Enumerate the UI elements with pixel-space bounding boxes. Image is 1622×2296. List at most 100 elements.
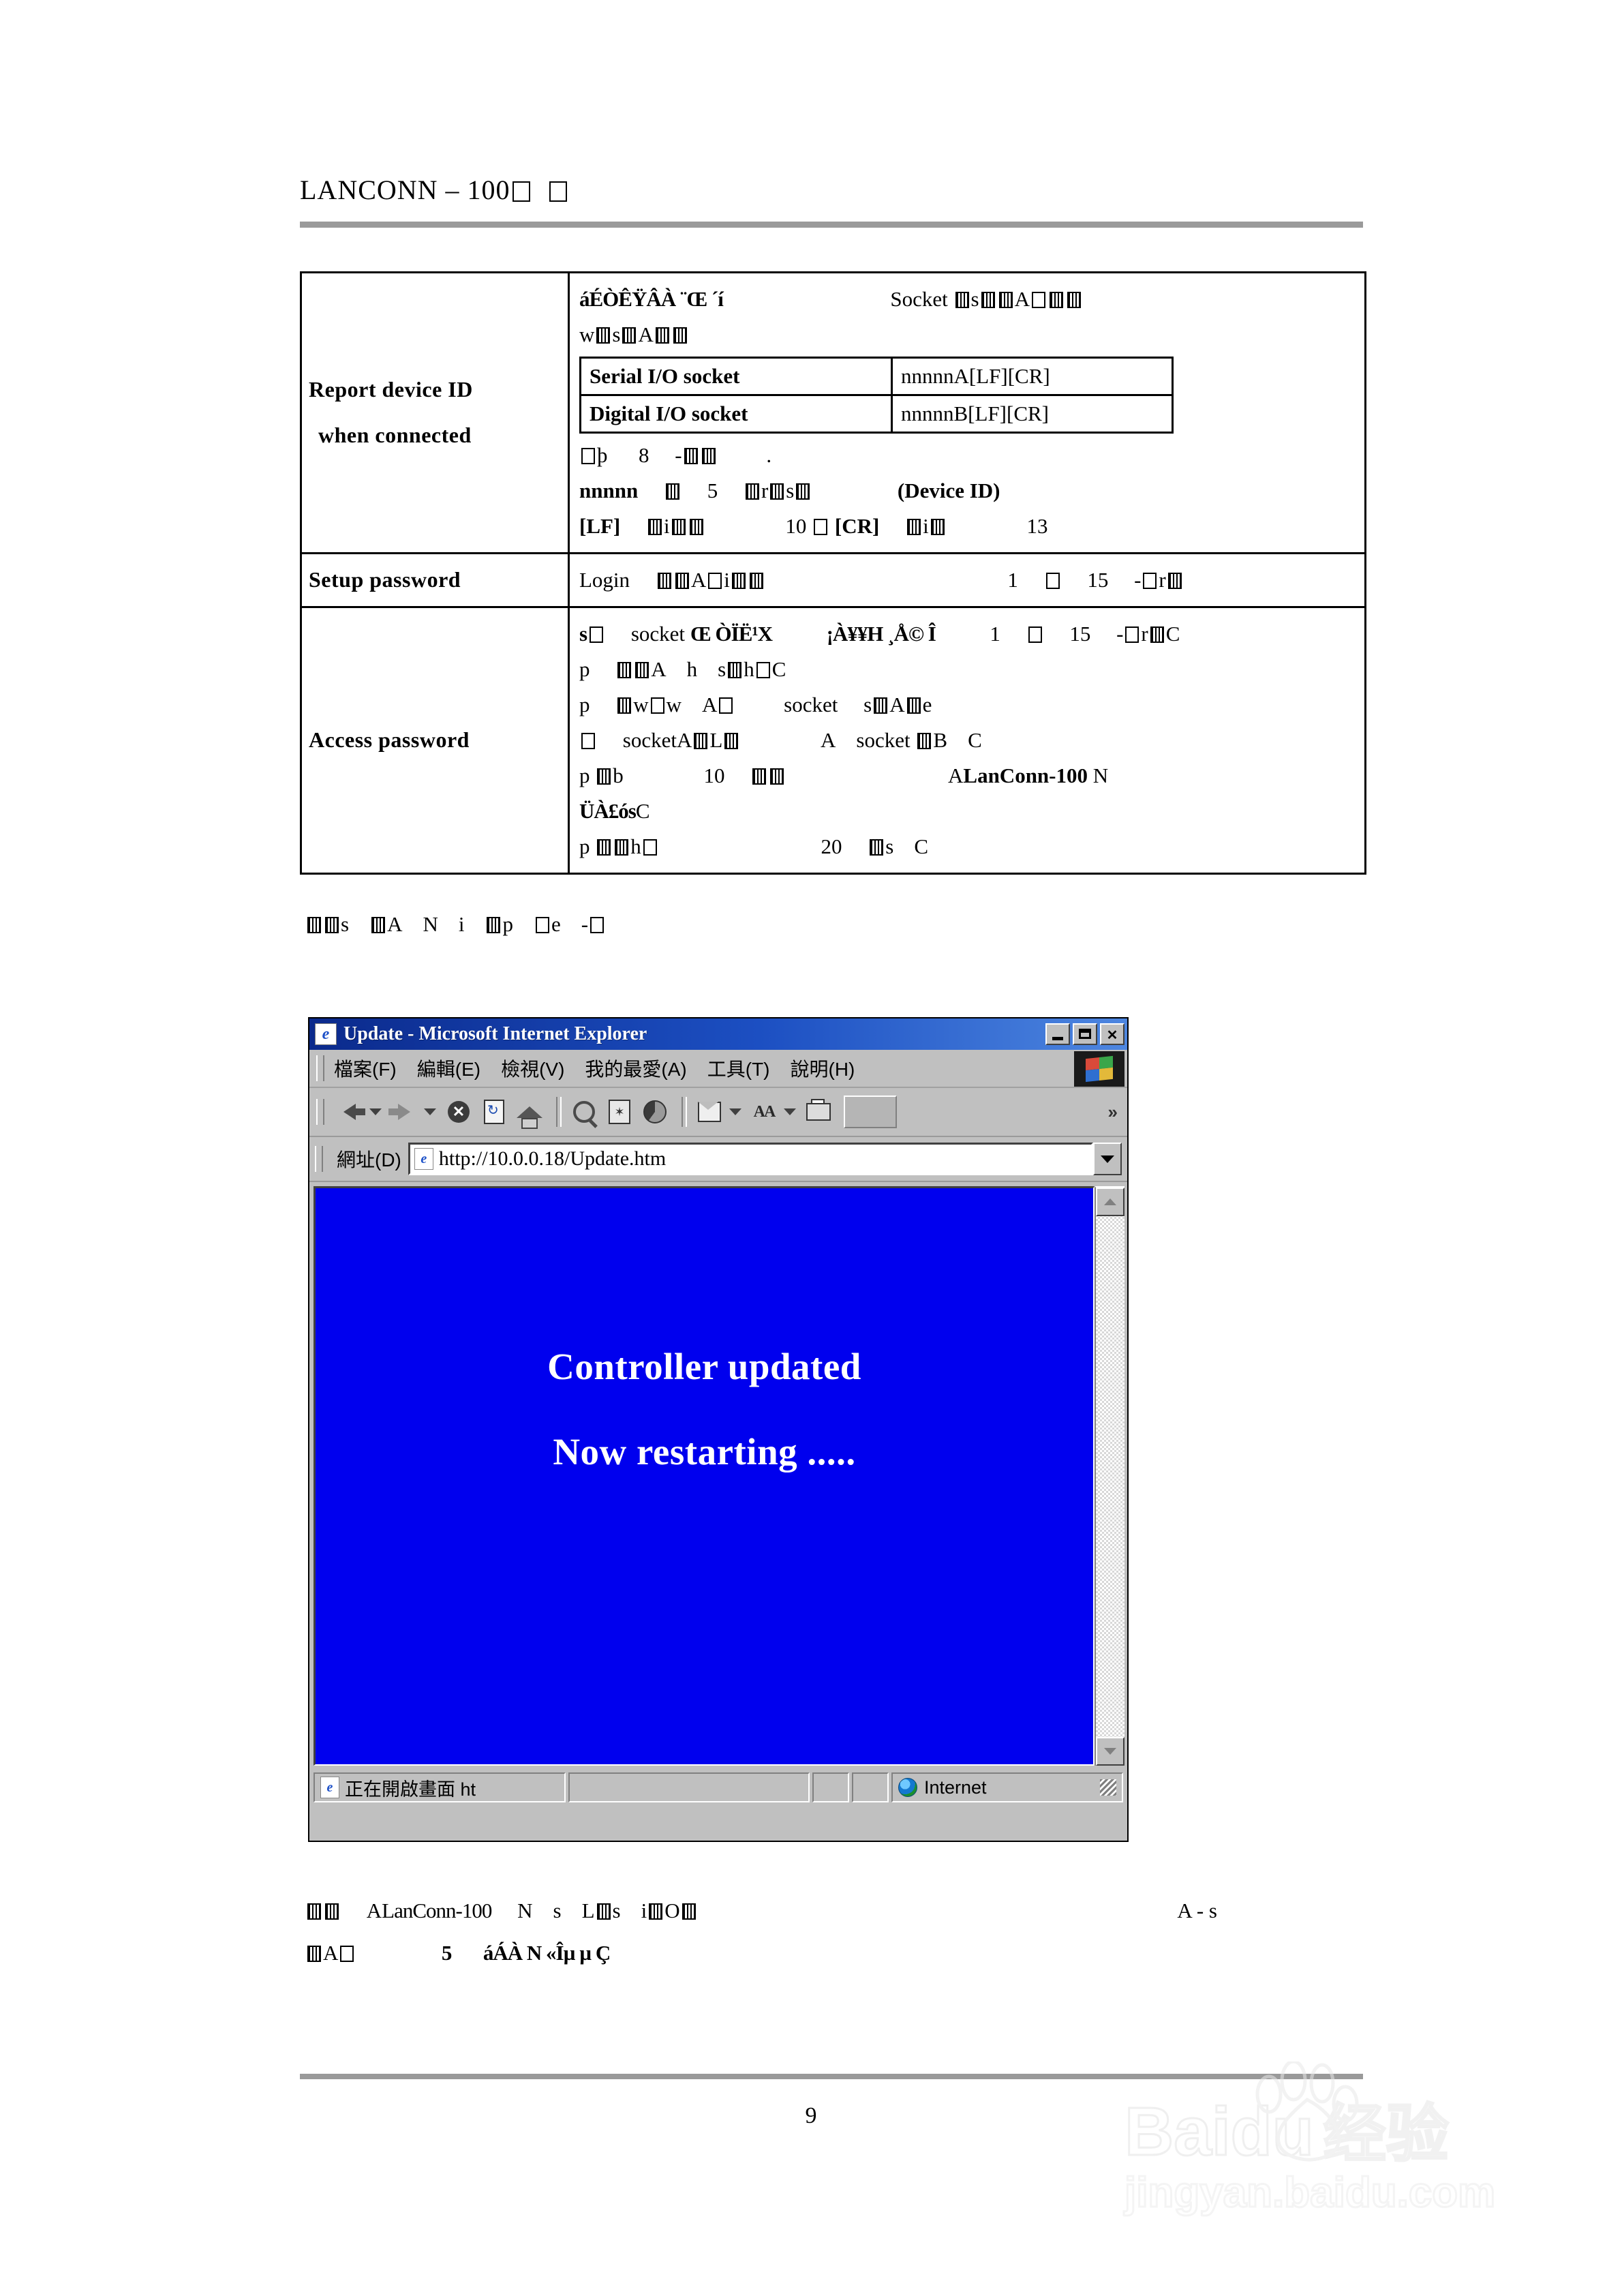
update-status-line-1: Controller updated xyxy=(547,1346,861,1387)
address-label: 網址(D) xyxy=(337,1149,401,1170)
missing-glyph-box xyxy=(1028,626,1042,643)
garbled-text: áÉÒÊŸÂÀ ¨Œ ´í xyxy=(579,287,724,311)
lf-value: 10 xyxy=(785,513,807,538)
missing-glyph-box xyxy=(597,768,611,785)
missing-glyph-box xyxy=(1143,572,1157,589)
menu-item-file[interactable]: 檔案(F) xyxy=(334,1055,397,1082)
missing-glyph-box xyxy=(930,518,945,535)
stop-icon[interactable]: ✕ xyxy=(443,1096,474,1128)
refresh-icon[interactable] xyxy=(478,1096,510,1128)
row-label-report-device-id: Report device ID when connected xyxy=(300,271,570,554)
close-button[interactable]: ✕ xyxy=(1100,1023,1124,1045)
missing-glyph-box xyxy=(635,662,649,679)
missing-glyph-box xyxy=(650,697,664,714)
caption-line-1: ALanConn-100 NsLsiO A - s xyxy=(305,1899,1396,1923)
table-row: Setup password Login Ai 1 15 -r xyxy=(300,552,1366,608)
missing-glyph-box xyxy=(673,327,687,344)
missing-glyph-box xyxy=(597,839,611,856)
menu-bar: 檔案(F) 編輯(E) 檢視(V) 我的最愛(A) 工具(T) 說明(H) xyxy=(309,1050,1127,1088)
garbled-text: p xyxy=(579,764,590,788)
product-name: LanConn-100 xyxy=(963,764,1088,788)
toolbar: ✕ AA » xyxy=(309,1088,1127,1137)
address-input[interactable]: e http://10.0.0.18/Update.htm xyxy=(408,1143,1093,1175)
missing-glyph-box xyxy=(874,697,888,714)
address-bar: 網址(D) e http://10.0.0.18/Update.htm xyxy=(309,1137,1127,1182)
missing-glyph-box xyxy=(1150,626,1164,643)
missing-glyph-box xyxy=(615,839,629,856)
missing-glyph-box xyxy=(643,839,657,856)
missing-glyph-box xyxy=(770,483,784,500)
missing-glyph-box xyxy=(752,768,767,785)
menubar-grip[interactable] xyxy=(316,1055,324,1081)
header-rule xyxy=(300,222,1363,228)
spec-table: Report device ID when connected áÉÒÊŸÂÀ … xyxy=(300,271,1366,875)
missing-glyph-box xyxy=(581,733,595,750)
garbled-text: ÜÀ£ós xyxy=(579,799,637,824)
toolbar-grip[interactable] xyxy=(316,1099,324,1125)
device-id-token: nnnnn xyxy=(579,478,639,502)
edit-icon[interactable] xyxy=(844,1096,897,1128)
mail-dropdown-icon[interactable] xyxy=(729,1108,741,1115)
table-row: Access password s socket Œ ÒÏË¹X ¡À¥¥H ¸… xyxy=(300,605,1366,875)
favorites-icon[interactable] xyxy=(604,1096,635,1128)
forward-icon[interactable] xyxy=(388,1096,420,1128)
missing-glyph-box xyxy=(512,181,530,202)
back-dropdown-icon[interactable] xyxy=(369,1108,382,1115)
digital-io-socket-value: nnnnnB[LF][CR] xyxy=(891,393,1174,434)
menu-item-help[interactable]: 說明(H) xyxy=(791,1055,855,1082)
missing-glyph-box xyxy=(814,518,828,535)
missing-glyph-box xyxy=(745,483,759,500)
missing-glyph-box xyxy=(708,572,722,589)
forward-dropdown-icon[interactable] xyxy=(424,1108,436,1115)
missing-glyph-box xyxy=(682,1903,696,1920)
toolbar-overflow-icon[interactable]: » xyxy=(1108,1102,1118,1123)
scroll-up-button[interactable] xyxy=(1096,1188,1124,1216)
windows-flag-logo-icon xyxy=(1074,1051,1124,1087)
font-size-dropdown-icon[interactable] xyxy=(784,1108,796,1115)
missing-glyph-box xyxy=(870,839,884,856)
maximize-button[interactable] xyxy=(1073,1023,1097,1045)
status-progress xyxy=(568,1772,810,1802)
row-label-access-password: Access password xyxy=(300,605,570,875)
garbled-text: s xyxy=(579,621,588,646)
vertical-scrollbar[interactable] xyxy=(1095,1186,1124,1766)
mail-icon[interactable] xyxy=(694,1096,725,1128)
history-icon[interactable] xyxy=(639,1096,671,1128)
menu-item-edit[interactable]: 編輯(E) xyxy=(417,1055,480,1082)
page-canvas: Controller updated Now restarting ..... xyxy=(313,1186,1095,1766)
missing-glyph-box xyxy=(731,572,746,589)
missing-glyph-box xyxy=(671,518,686,535)
caption-below-screenshot: ALanConn-100 NsLsiO A - s A 5 áÁÀ N «Îµ … xyxy=(305,1899,1396,1983)
caption-tail: A - s xyxy=(1177,1899,1217,1922)
serial-io-socket-value: nnnnnA[LF][CR] xyxy=(891,357,1174,396)
row-body-access-password: s socket Œ ÒÏË¹X ¡À¥¥H ¸Å© Î 1 15 -rC p … xyxy=(568,605,1366,875)
home-icon[interactable] xyxy=(514,1096,545,1129)
device-id-label: (Device ID) xyxy=(897,478,1000,502)
garbled-text: w xyxy=(579,322,595,347)
menu-item-favorites[interactable]: 我的最愛(A) xyxy=(585,1055,686,1082)
back-icon[interactable] xyxy=(334,1096,365,1128)
garbled-text: áÁÀ N «Îµ µ Ç xyxy=(483,1941,611,1965)
print-icon[interactable] xyxy=(803,1096,834,1128)
page-number: 9 xyxy=(805,2103,817,2128)
search-icon[interactable] xyxy=(568,1096,600,1128)
access-line-6: ÜÀ£ósC xyxy=(579,799,650,824)
menu-item-view[interactable]: 檢視(V) xyxy=(501,1055,564,1082)
addressbar-grip[interactable] xyxy=(315,1146,323,1172)
setup-password-line: Login Ai 1 15 -r xyxy=(579,564,1356,596)
missing-glyph-box xyxy=(1031,292,1045,308)
window-titlebar[interactable]: e Update - Microsoft Internet Explorer ✕ xyxy=(309,1018,1127,1050)
missing-glyph-box xyxy=(906,697,921,714)
font-size-icon[interactable]: AA xyxy=(748,1096,780,1128)
minimize-button[interactable] xyxy=(1045,1023,1070,1045)
address-dropdown-icon[interactable] xyxy=(1093,1143,1122,1175)
content-area: Controller updated Now restarting ..... xyxy=(309,1182,1127,1768)
scroll-down-button[interactable] xyxy=(1096,1737,1124,1766)
note-line-3: [LF] i 10 [CR] i 13 xyxy=(579,513,1048,538)
resize-grip-icon[interactable] xyxy=(1100,1779,1116,1796)
scrollbar-track[interactable] xyxy=(1096,1216,1124,1737)
baidu-watermark: Baidu 经验 jingyan.baidu.com xyxy=(1124,2061,1547,2270)
menu-item-tools[interactable]: 工具(T) xyxy=(707,1055,770,1082)
caption-line-2: A 5 áÁÀ N «Îµ µ Ç xyxy=(305,1941,1396,1965)
status-slot-2 xyxy=(852,1772,889,1802)
